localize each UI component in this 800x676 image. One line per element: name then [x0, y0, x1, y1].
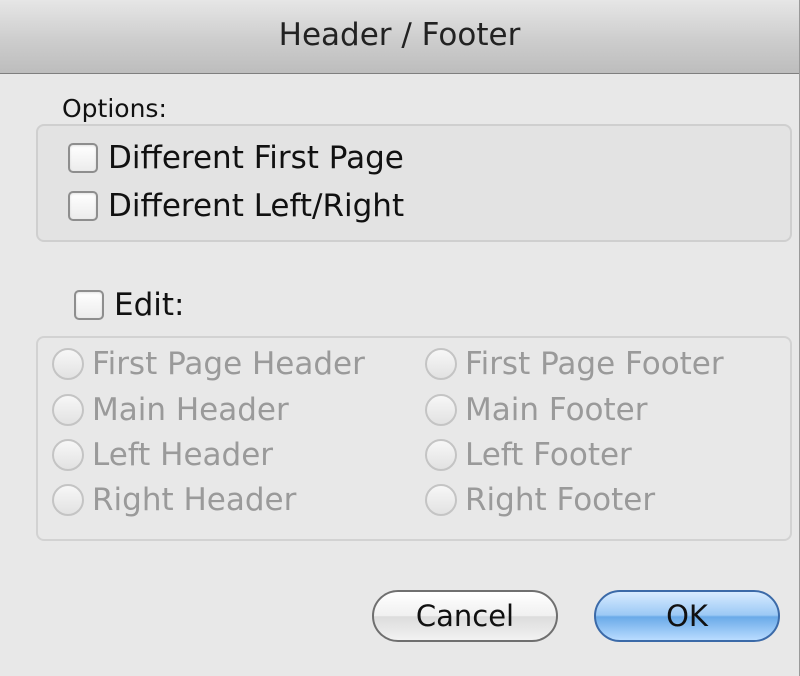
checkbox-label: Different Left/Right: [108, 188, 405, 224]
radio-button[interactable]: [425, 439, 457, 471]
title-bar[interactable]: Header / Footer: [0, 0, 799, 74]
radio-first-page-header[interactable]: First Page Header: [52, 346, 365, 382]
header-footer-dialog: Header / Footer Options: Different First…: [0, 0, 800, 676]
radio-left-header[interactable]: Left Header: [52, 437, 273, 473]
edit-label: Edit:: [114, 287, 185, 323]
edit-checkbox[interactable]: Edit:: [74, 287, 184, 323]
checkbox-box[interactable]: [74, 290, 104, 320]
dialog-title: Header / Footer: [278, 17, 521, 53]
radio-label: First Page Footer: [465, 346, 724, 382]
radio-label: First Page Header: [92, 346, 365, 382]
radio-first-page-footer[interactable]: First Page Footer: [425, 346, 724, 382]
different-first-page-checkbox[interactable]: Different First Page: [68, 140, 404, 176]
radio-label: Left Footer: [465, 437, 632, 473]
radio-button[interactable]: [52, 348, 84, 380]
ok-button[interactable]: OK: [594, 590, 780, 642]
radio-right-footer[interactable]: Right Footer: [425, 482, 655, 518]
radio-main-footer[interactable]: Main Footer: [425, 392, 648, 428]
radio-label: Main Header: [92, 392, 289, 428]
different-left-right-checkbox[interactable]: Different Left/Right: [68, 188, 404, 224]
radio-button[interactable]: [52, 439, 84, 471]
radio-label: Left Header: [92, 437, 274, 473]
radio-label: Right Header: [92, 482, 297, 518]
radio-right-header[interactable]: Right Header: [52, 482, 296, 518]
checkbox-box[interactable]: [68, 191, 98, 221]
radio-label: Right Footer: [465, 482, 656, 518]
radio-button[interactable]: [52, 484, 84, 516]
checkbox-box[interactable]: [68, 143, 98, 173]
radio-button[interactable]: [425, 348, 457, 380]
radio-label: Main Footer: [465, 392, 648, 428]
radio-button[interactable]: [425, 484, 457, 516]
radio-main-header[interactable]: Main Header: [52, 392, 289, 428]
options-label: Options:: [62, 94, 167, 123]
radio-button[interactable]: [52, 394, 84, 426]
radio-left-footer[interactable]: Left Footer: [425, 437, 632, 473]
checkbox-label: Different First Page: [108, 140, 404, 176]
radio-button[interactable]: [425, 394, 457, 426]
cancel-button[interactable]: Cancel: [372, 590, 558, 642]
